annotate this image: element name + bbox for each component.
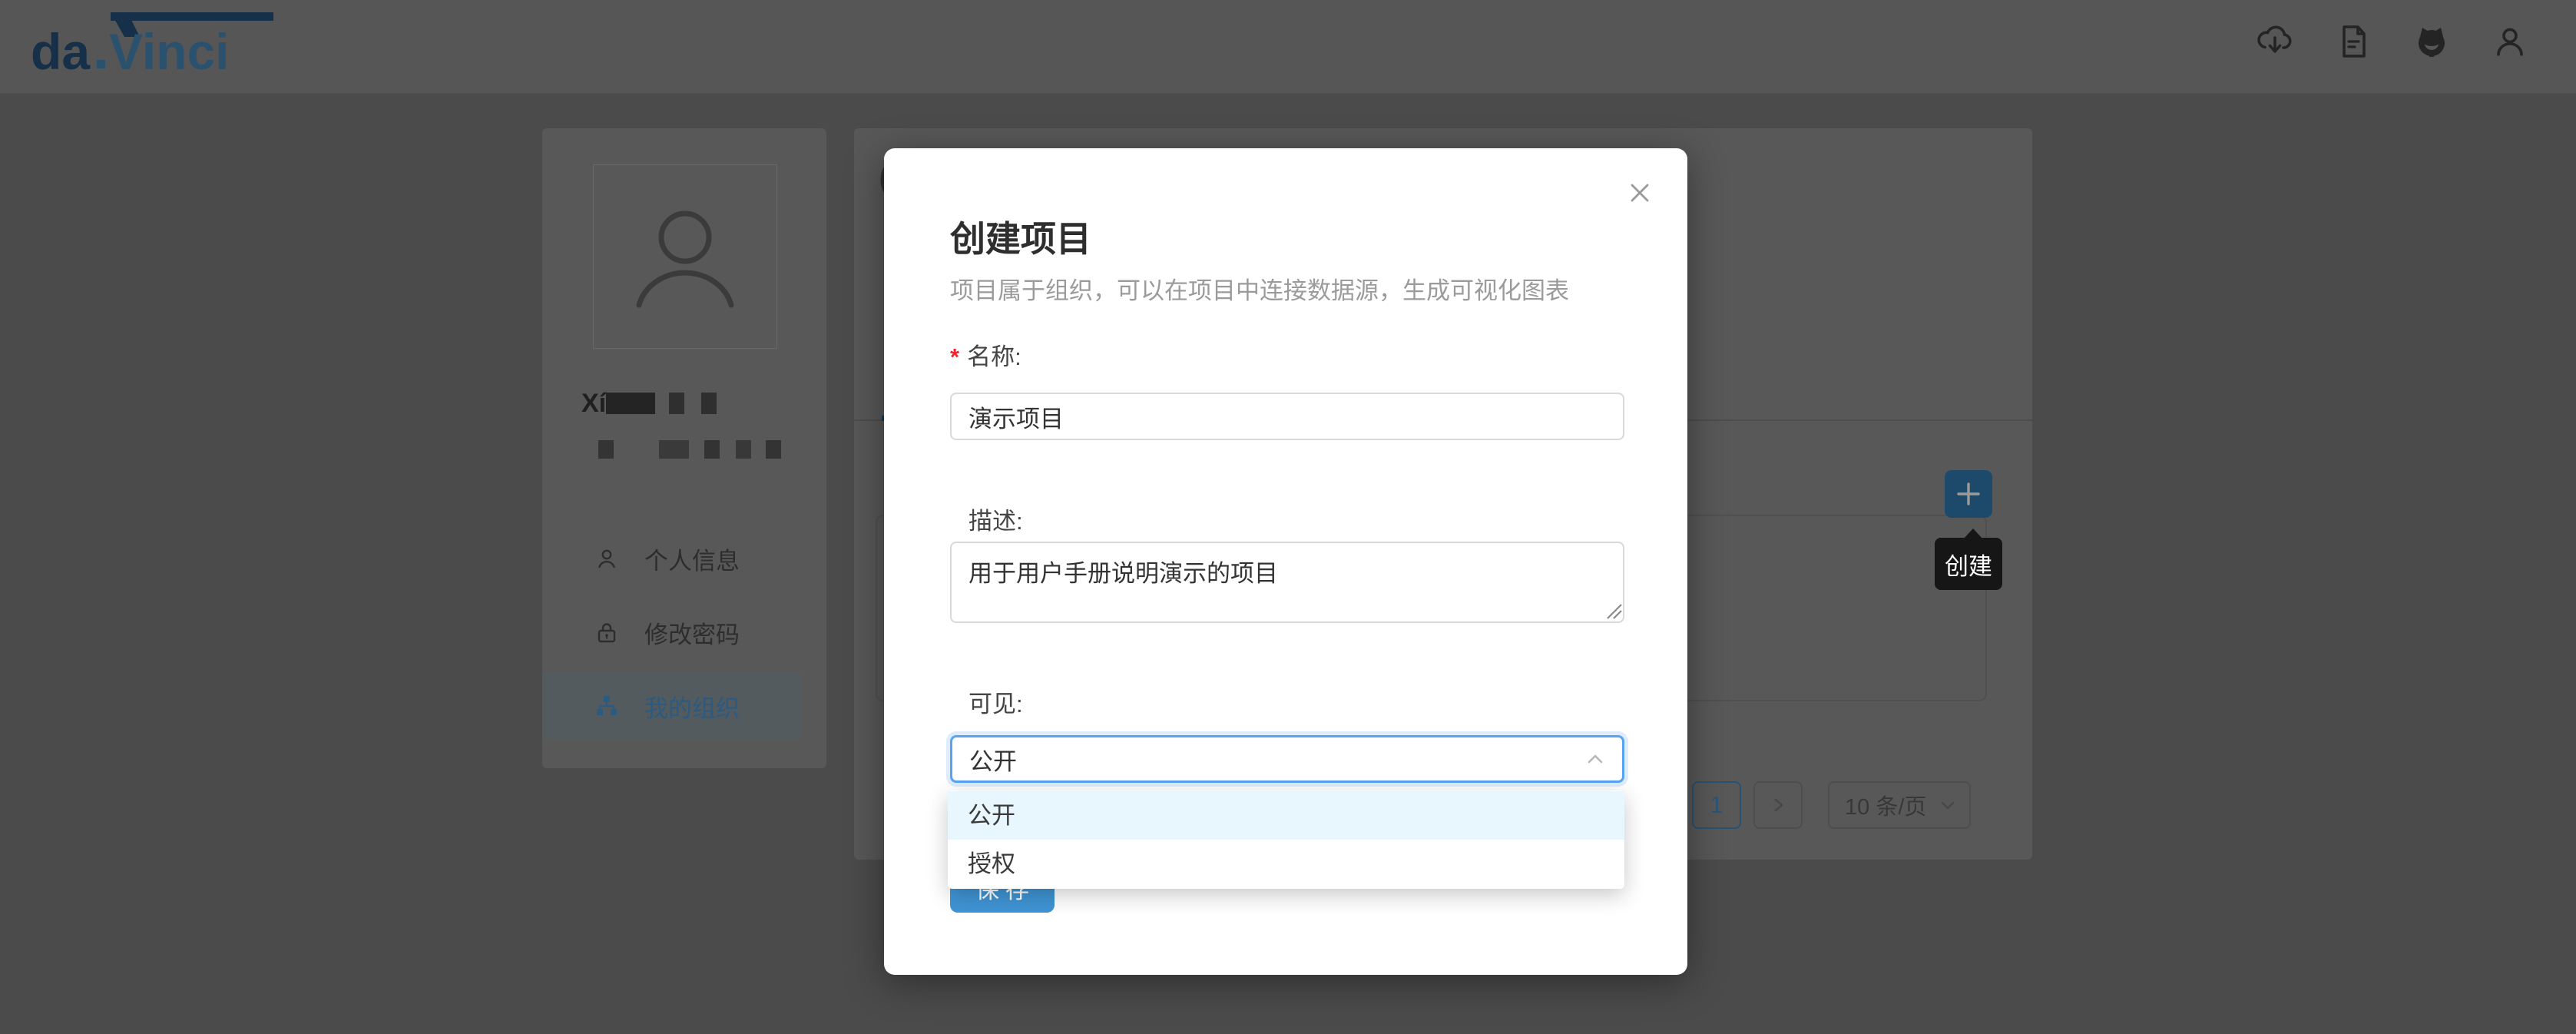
- header-icon-bar: [2256, 23, 2528, 60]
- profile-sidebar: Xí 个人信息 修改密码: [542, 128, 826, 768]
- project-description-textarea[interactable]: 用于用户手册说明演示的项目: [950, 542, 1624, 623]
- redaction-block: [598, 440, 614, 459]
- create-project-button[interactable]: [1945, 470, 1992, 518]
- create-project-modal: 创建项目 项目属于组织，可以在项目中连接数据源，生成可视化图表 * 名称: 描述:…: [884, 148, 1687, 975]
- page-size-select[interactable]: 10 条/页: [1828, 781, 1971, 829]
- logo-text-vinci: Vinci: [109, 23, 230, 80]
- redaction-block: [606, 393, 655, 414]
- logo-text-da: da: [31, 23, 91, 80]
- page-number: 1: [1710, 791, 1723, 819]
- modal-title: 创建项目: [950, 211, 1091, 262]
- project-name-input[interactable]: [950, 393, 1624, 440]
- close-icon[interactable]: [1626, 179, 1654, 207]
- cloud-download-icon[interactable]: [2256, 23, 2293, 60]
- redaction-block: [704, 440, 720, 459]
- github-icon[interactable]: [2413, 23, 2450, 60]
- name-field-label: * 名称:: [950, 337, 1021, 372]
- app-header: da Vinci: [0, 0, 2576, 94]
- user-info-redacted: [598, 439, 781, 459]
- redaction-block: [766, 440, 781, 459]
- visibility-select-value: 公开: [969, 742, 1584, 777]
- user-name-prefix: Xí: [581, 390, 606, 416]
- user-name-redacted: Xí: [581, 390, 717, 416]
- sidebar-item-label: 修改密码: [644, 615, 740, 650]
- user-icon[interactable]: [2492, 23, 2528, 60]
- redaction-block: [736, 440, 751, 459]
- page-size-label: 10 条/页: [1845, 789, 1926, 821]
- avatar-upload-box[interactable]: [593, 164, 777, 349]
- sidebar-item-my-organizations[interactable]: 我的组织: [542, 673, 802, 739]
- pagination: 1 10 条/页: [1692, 781, 1971, 829]
- visibility-field-label: 可见:: [968, 684, 1023, 719]
- redaction-block: [669, 393, 684, 414]
- chevron-right-icon: [1768, 795, 1788, 815]
- sidebar-item-label: 个人信息: [644, 542, 740, 576]
- redaction-block: [659, 440, 689, 459]
- pagination-next-button[interactable]: [1753, 781, 1803, 829]
- create-tooltip: 创建: [1935, 538, 2002, 590]
- user-icon: [595, 547, 618, 570]
- avatar-placeholder-icon: [620, 191, 750, 322]
- name-label-text: 名称:: [967, 343, 1021, 370]
- chevron-down-icon: [1939, 796, 1957, 814]
- organization-icon: [595, 694, 618, 718]
- visibility-dropdown: 公开 授权: [948, 790, 1624, 889]
- davinci-logo[interactable]: da Vinci: [31, 11, 276, 81]
- sidebar-item-label: 我的组织: [644, 689, 740, 724]
- modal-subtitle: 项目属于组织，可以在项目中连接数据源，生成可视化图表: [950, 271, 1569, 306]
- sidebar-item-change-password[interactable]: 修改密码: [542, 599, 802, 665]
- plus-icon: [1954, 479, 1983, 509]
- tooltip-arrow: [1963, 529, 1983, 539]
- description-field-label: 描述:: [968, 502, 1023, 536]
- document-icon[interactable]: [2335, 23, 2372, 60]
- dropdown-option-public[interactable]: 公开: [948, 791, 1624, 840]
- lock-icon: [595, 621, 618, 644]
- pagination-page-1[interactable]: 1: [1692, 781, 1741, 829]
- sidebar-menu: 个人信息 修改密码 我的组织: [542, 525, 826, 747]
- required-asterisk: *: [950, 343, 959, 370]
- sidebar-item-personal-info[interactable]: 个人信息: [542, 525, 802, 592]
- chevron-up-icon: [1584, 747, 1607, 771]
- redaction-block: [701, 393, 717, 414]
- tooltip-label: 创建: [1945, 547, 1992, 582]
- dropdown-option-authorized[interactable]: 授权: [948, 840, 1624, 888]
- visibility-select[interactable]: 公开: [950, 735, 1624, 783]
